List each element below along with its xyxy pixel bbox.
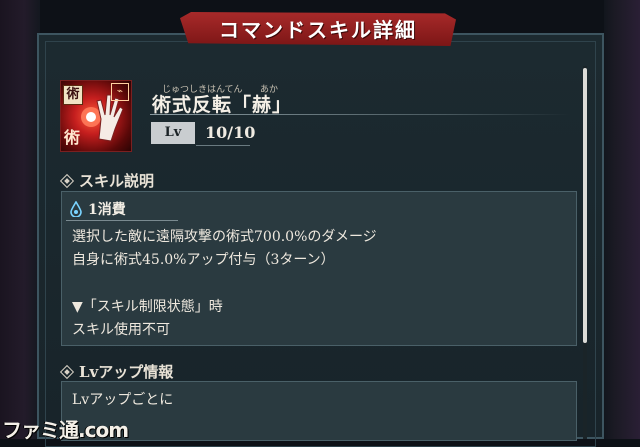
cost-text: 1消費 bbox=[88, 202, 126, 218]
section-skill-description: スキル説明 bbox=[59, 170, 155, 191]
divider bbox=[196, 145, 250, 146]
divider bbox=[150, 114, 570, 115]
water-drop-icon bbox=[70, 201, 82, 217]
skill-icon: 術 術 ⌁ bbox=[60, 80, 132, 152]
section-title: スキル説明 bbox=[79, 172, 155, 190]
background-right bbox=[604, 0, 640, 439]
scrollbar-thumb[interactable] bbox=[583, 68, 587, 343]
level-badge: Lv bbox=[151, 122, 195, 144]
chip-icon: ⌁ bbox=[111, 83, 129, 101]
level-up-text: Lvアップごとに bbox=[72, 392, 174, 408]
section-title: Lvアップ情報 bbox=[79, 363, 174, 381]
description-line: 自身に術式45.0%アップ付与（3ターン） bbox=[72, 252, 335, 268]
skill-name: 術式反転「赫」 bbox=[152, 94, 293, 116]
description-line: 選択した敵に遠隔攻撃の術式700.0%のダメージ bbox=[72, 229, 377, 245]
cost-row: 1消費 bbox=[70, 199, 126, 219]
level-value: 10/10 bbox=[205, 123, 256, 142]
page-title: コマンドスキル詳細 bbox=[219, 18, 417, 42]
background-left bbox=[0, 0, 40, 439]
skill-type-tag: 術 bbox=[63, 85, 83, 105]
description-line: ▼「スキル制限状態」時 bbox=[72, 299, 223, 315]
diamond-bullet-icon bbox=[59, 364, 75, 379]
diamond-bullet-icon bbox=[59, 173, 75, 188]
divider bbox=[66, 220, 178, 221]
skill-type-glyph: 術 bbox=[63, 128, 80, 147]
description-line: スキル使用不可 bbox=[72, 322, 170, 338]
section-level-up-info: Lvアップ情報 bbox=[59, 361, 174, 382]
